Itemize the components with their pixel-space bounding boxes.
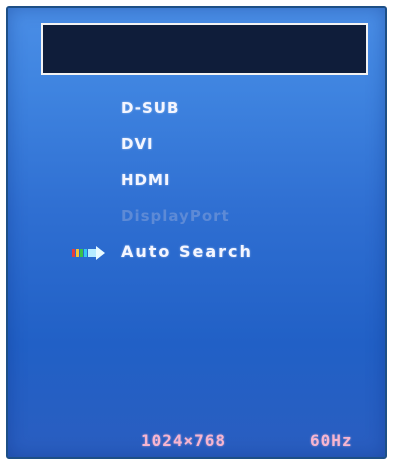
- menu-item-auto-search[interactable]: Auto Search: [121, 239, 253, 265]
- menu-item-dvi[interactable]: DVI: [121, 131, 154, 157]
- input-source-menu: D-SUB DVI HDMI DisplayPort Auto Search: [8, 8, 385, 457]
- arrow-right-icon: [72, 246, 105, 260]
- osd-panel: D-SUB DVI HDMI DisplayPort Auto Search 1…: [6, 6, 387, 459]
- menu-item-displayport: DisplayPort: [121, 207, 230, 225]
- menu-item-dsub[interactable]: D-SUB: [121, 95, 179, 121]
- resolution-readout: 1024×768: [141, 431, 227, 450]
- menu-item-hdmi[interactable]: HDMI: [121, 167, 171, 193]
- refresh-rate-readout: 60Hz: [310, 431, 353, 450]
